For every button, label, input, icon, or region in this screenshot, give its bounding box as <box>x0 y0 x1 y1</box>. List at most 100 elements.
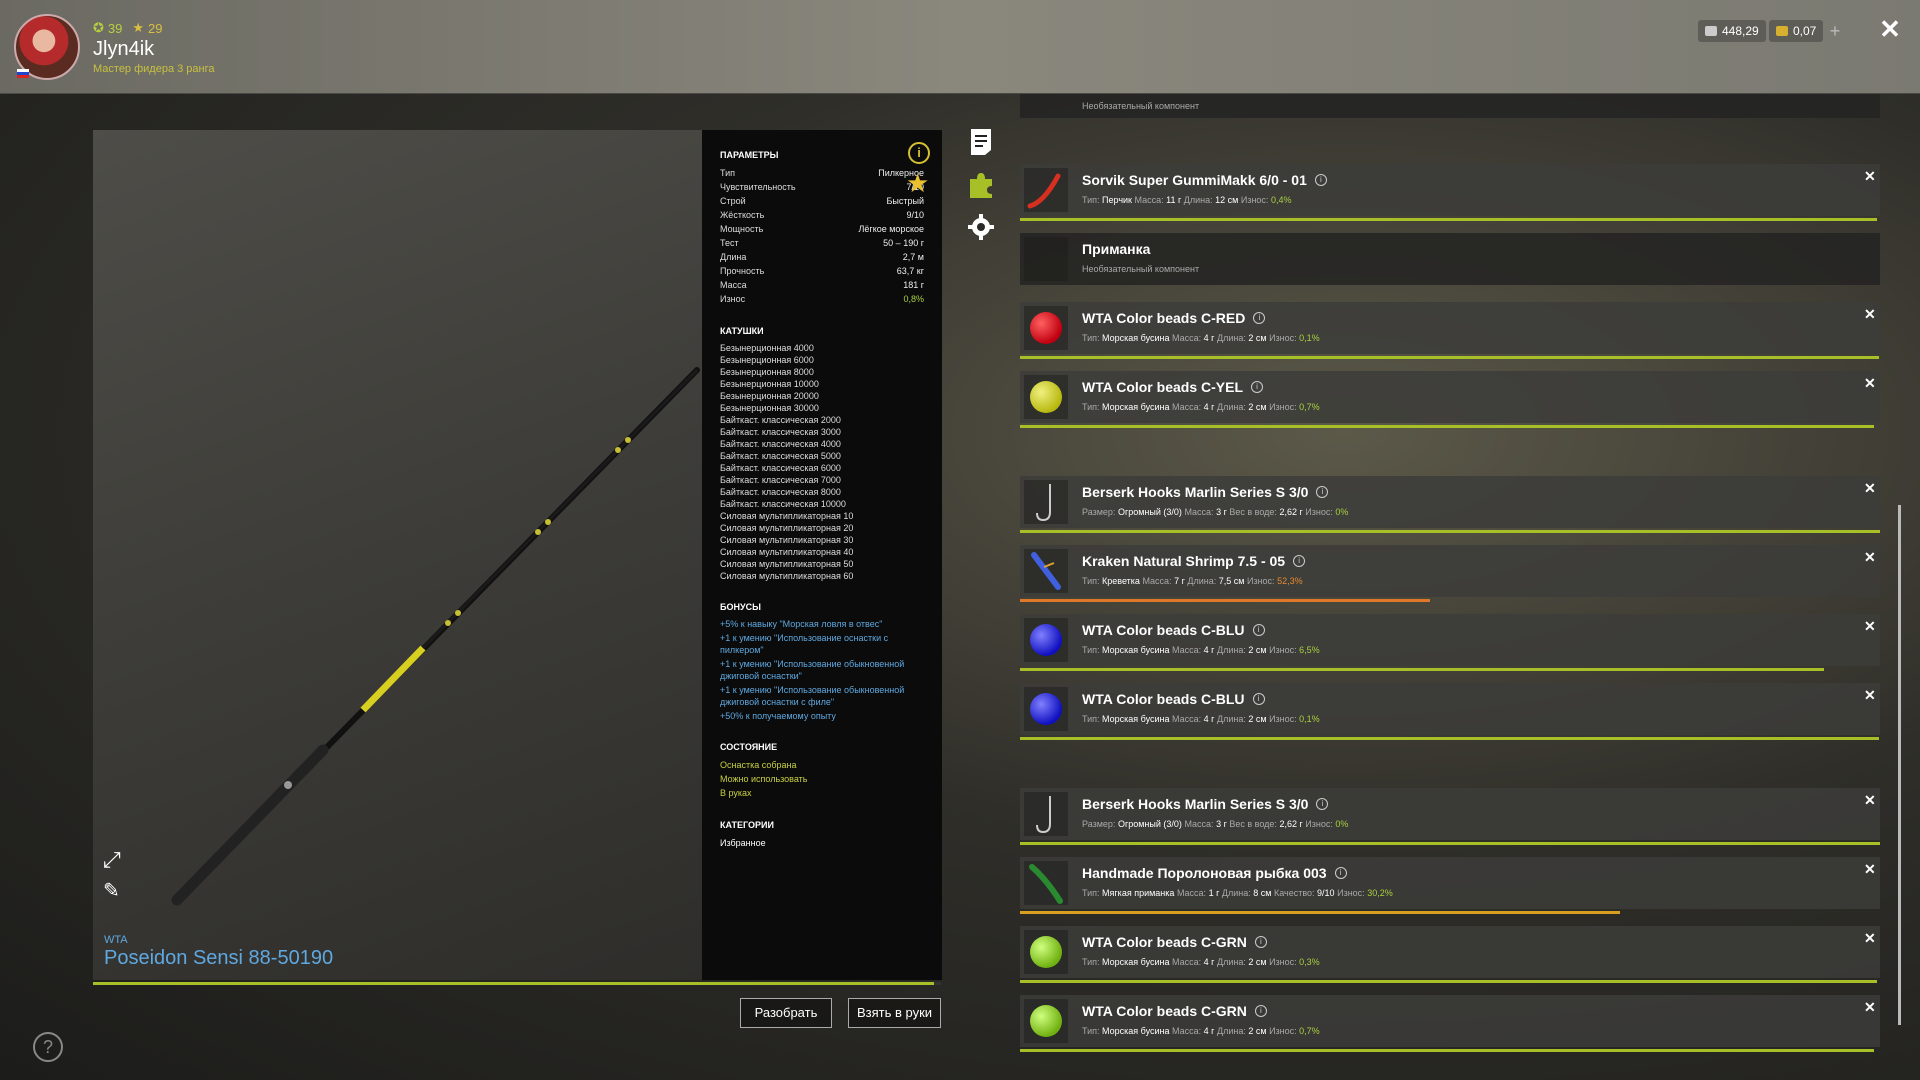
component-slot[interactable]: Handmade Поролоновая рыбка 003 i Тип: Мягк… <box>1020 857 1880 909</box>
component-details: Тип: Креветка Масса: 7 г Длина: 7,5 см И… <box>1082 576 1303 586</box>
remove-component-icon[interactable]: ✕ <box>1864 1000 1876 1014</box>
partial-component-slot[interactable]: Необязательный компонент <box>1020 94 1880 118</box>
component-wear-fill <box>1020 425 1874 428</box>
silver-currency: 448,29 <box>1698 20 1766 42</box>
favorite-star-icon[interactable]: ★ <box>906 170 932 196</box>
rename-pencil-icon[interactable]: ✎ <box>103 880 125 902</box>
foam-fish-icon <box>1029 864 1063 904</box>
disassemble-button[interactable]: Разобрать <box>740 998 832 1028</box>
component-slot[interactable]: WTA Color beads C-YEL i Тип: Морская бусин… <box>1020 371 1880 423</box>
params-panel: ПАРАМЕТРЫ Тип Пилкерное Чувствительность 7/… <box>702 130 942 980</box>
component-slot[interactable]: Berserk Hooks Marlin Series S 3/0 i Размер… <box>1020 476 1880 528</box>
component-info-icon[interactable]: i <box>1293 555 1306 567</box>
detail-label: Размер: <box>1082 507 1116 517</box>
component-info-icon[interactable]: i <box>1254 936 1267 948</box>
reel-item: Байткаст. классическая 8000 <box>720 487 841 497</box>
component-info-icon[interactable]: i <box>1334 867 1347 879</box>
detail-value: 4 г <box>1203 402 1215 412</box>
info-icon[interactable]: i <box>908 142 930 164</box>
component-title: WTA Color beads C-YEL i <box>1082 379 1263 395</box>
puzzle-icon[interactable] <box>968 171 994 199</box>
rod-brand: WTA <box>104 934 128 946</box>
expand-icon[interactable]: ⤢ <box>103 849 125 871</box>
reel-item: Безынерционная 30000 <box>720 403 819 413</box>
component-name: Berserk Hooks Marlin Series S 3/0 <box>1082 484 1309 500</box>
component-thumbnail <box>1024 480 1068 524</box>
remove-component-icon[interactable]: ✕ <box>1864 862 1876 876</box>
top-bar: ✪ 39 ★ 29 Jlyn4ik Мастер фидера 3 ранга 44… <box>0 0 1920 94</box>
player-stats: ✪ 39 ★ 29 <box>93 20 163 36</box>
component-slot[interactable]: WTA Color beads C-GRN i Тип: Морская бусин… <box>1020 995 1880 1047</box>
scrollbar[interactable] <box>1898 505 1901 1025</box>
remove-component-icon[interactable]: ✕ <box>1864 550 1876 564</box>
component-wear-fill <box>1020 356 1880 359</box>
detail-value: 2 см <box>1248 1026 1267 1036</box>
buy-currency-button[interactable]: + <box>1825 20 1845 42</box>
component-info-icon[interactable]: i <box>1253 312 1266 324</box>
param-row: Мощность Лёгкое морское <box>720 222 924 236</box>
component-info-icon[interactable]: i <box>1316 798 1329 810</box>
level-icon: ✪ <box>93 20 104 35</box>
component-slot[interactable]: Berserk Hooks Marlin Series S 3/0 i Размер… <box>1020 788 1880 840</box>
component-slot[interactable]: Sorvik Super GummiMakk 6/0 - 01 i Тип: Пер… <box>1020 164 1880 216</box>
component-slot[interactable]: WTA Color beads C-BLU i Тип: Морская бусин… <box>1020 683 1880 735</box>
gold-coin-icon <box>1776 26 1788 36</box>
component-title: WTA Color beads C-BLU i <box>1082 622 1265 638</box>
gear-icon[interactable] <box>968 213 994 241</box>
detail-label: Износ: <box>1305 819 1333 829</box>
remove-component-icon[interactable]: ✕ <box>1864 169 1876 183</box>
component-name: Sorvik Super GummiMakk 6/0 - 01 <box>1082 172 1307 188</box>
remove-component-icon[interactable]: ✕ <box>1864 376 1876 390</box>
component-thumbnail <box>1024 687 1068 731</box>
component-thumbnail <box>1024 237 1068 281</box>
remove-component-icon[interactable]: ✕ <box>1864 481 1876 495</box>
component-slot[interactable]: WTA Color beads C-BLU i Тип: Морская бусин… <box>1020 614 1880 666</box>
detail-label: Масса: <box>1172 714 1202 724</box>
silver-value: 448,29 <box>1722 24 1759 38</box>
component-info-icon[interactable]: i <box>1251 381 1263 393</box>
remove-component-icon[interactable]: ✕ <box>1864 307 1876 321</box>
component-slot[interactable]: Kraken Natural Shrimp 7.5 - 05 i Тип: Крев… <box>1020 545 1880 597</box>
component-info-icon[interactable]: i <box>1252 693 1265 705</box>
reel-list: Безынерционная 4000 Безынерционная 6000 Бе… <box>720 342 924 582</box>
component-info-icon[interactable]: i <box>1254 1005 1267 1017</box>
component-slot[interactable]: Приманка Необязательный компонент <box>1020 233 1880 285</box>
detail-label: Длина: <box>1216 1026 1246 1036</box>
detail-value: Огромный (3/0) <box>1117 819 1182 829</box>
close-icon[interactable]: ✕ <box>1878 16 1902 42</box>
remove-component-icon[interactable]: ✕ <box>1864 688 1876 702</box>
detail-label: Масса: <box>1172 957 1202 967</box>
take-in-hands-button[interactable]: Взять в руки <box>848 998 941 1028</box>
category-list: Избранное <box>720 836 924 850</box>
component-slot[interactable]: WTA Color beads C-GRN i Тип: Морская бусин… <box>1020 926 1880 978</box>
component-thumbnail <box>1024 792 1068 836</box>
param-row: Длина 2,7 м <box>720 250 924 264</box>
stars-stat: ★ 29 <box>132 20 162 36</box>
component-title: WTA Color beads C-GRN i <box>1082 1003 1267 1019</box>
component-title: Приманка <box>1082 241 1150 257</box>
reel-item: Безынерционная 8000 <box>720 367 814 377</box>
detail-label: Масса: <box>1172 1026 1202 1036</box>
document-icon[interactable] <box>968 128 994 156</box>
component-details: Размер: Огромный (3/0) Масса: 3 г Вес в … <box>1082 507 1348 517</box>
detail-label: Тип: <box>1082 333 1100 343</box>
reel-item: Силовая мультипликаторная 40 <box>720 547 854 557</box>
component-slot[interactable]: WTA Color beads C-RED i Тип: Морская бусин… <box>1020 302 1880 354</box>
remove-component-icon[interactable]: ✕ <box>1864 931 1876 945</box>
bonuses-title: БОНУСЫ <box>720 602 761 612</box>
component-info-icon[interactable]: i <box>1252 624 1265 636</box>
param-row: Масса 181 г <box>720 278 924 292</box>
remove-component-icon[interactable]: ✕ <box>1864 793 1876 807</box>
help-icon[interactable]: ? <box>33 1032 63 1062</box>
remove-component-icon[interactable]: ✕ <box>1864 619 1876 633</box>
param-key: Мощность <box>720 224 764 234</box>
reel-item: Байткаст. классическая 4000 <box>720 439 841 449</box>
component-info-icon[interactable]: i <box>1314 174 1327 186</box>
component-title: Handmade Поролоновая рыбка 003 i <box>1082 865 1347 881</box>
detail-label: Тип: <box>1082 888 1100 898</box>
component-thumbnail <box>1024 375 1068 419</box>
state-list: Оснастка собрана Можно использовать В рука… <box>720 758 924 800</box>
rod-preview[interactable] <box>93 130 703 980</box>
component-info-icon[interactable]: i <box>1316 486 1329 498</box>
param-key: Строй <box>720 196 746 206</box>
